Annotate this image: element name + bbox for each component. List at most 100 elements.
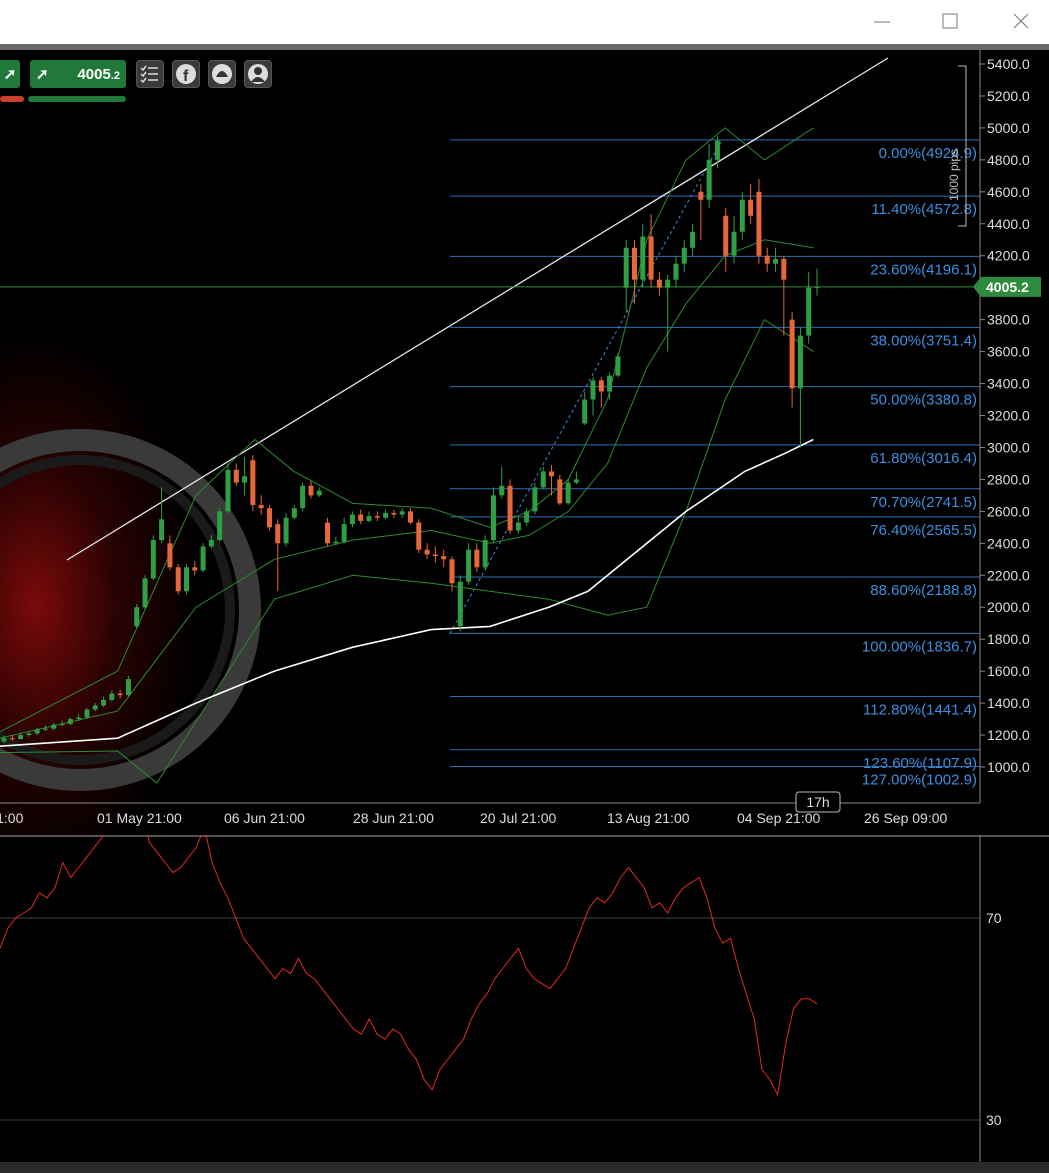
fib-level-label: 0.00%(4924.9) [879,145,977,162]
candle-body [175,567,181,592]
candle-body [681,247,687,264]
fib-level-label: 127.00%(1002.9) [862,772,977,789]
candle-body [773,258,779,264]
candle-body [814,286,820,288]
y-tick-label: 2000.0 [987,599,1030,615]
x-tick-label: 13 Aug 21:00 [607,810,690,826]
candle-body [789,319,795,389]
x-tick-label: 26 Sep 09:00 [864,810,948,826]
candle-body [76,717,82,720]
candle-body [416,522,422,550]
y-tick-label: 1000.0 [987,759,1030,775]
candle-body [598,380,604,392]
candle-body [607,375,613,392]
fib-level-label: 76.40%(2565.5) [870,522,977,539]
y-tick-label: 2400.0 [987,535,1030,551]
candle-body [432,554,438,557]
candle-body [764,255,770,264]
candle-body [457,581,463,627]
candle-body [549,471,555,477]
facebook-icon[interactable]: f [172,60,200,88]
candle-body [325,522,331,544]
candle-body [665,279,671,288]
candle-body [308,485,314,496]
candle-body [200,546,206,571]
candle-body [316,490,322,496]
candle-body [690,231,696,248]
x-tick-label: pr 21:00 [0,810,24,826]
close-icon[interactable] [990,0,1049,44]
candle-body [34,729,40,734]
candle-body [441,556,447,560]
y-tick-label: 3800.0 [987,312,1030,328]
maximize-icon[interactable] [920,0,980,44]
candle-body [1,738,7,742]
sell-button[interactable]: ➚ [0,60,20,88]
candle-body [192,567,198,571]
candle-body [623,247,629,288]
candle-body [748,199,754,216]
candle-body [374,516,380,518]
candle-body [706,159,712,200]
sell-indicator-bar [0,96,24,102]
candle-body [739,199,745,232]
candle-body [26,733,32,736]
horizontal-scrollbar[interactable] [0,1162,1049,1173]
price-chart[interactable]: 0.00%(4924.9) 11.40%(4572.8) 23.60%(4196.1… [0,50,1049,835]
fib-level-label: 100.00%(1836.7) [862,638,977,655]
candle-body [449,559,455,584]
svg-text:f: f [183,68,189,85]
pips-ruler-label: 1000 pips [947,149,961,201]
candle-body [698,191,704,200]
candle-body [482,540,488,568]
candle-body [723,215,729,256]
buy-price-button[interactable]: ➚ 4005.2 [30,60,126,88]
x-tick-label: 20 Jul 21:00 [480,810,556,826]
candle-body [300,485,306,509]
candle-body [656,279,662,288]
y-tick-label: 1200.0 [987,727,1030,743]
fib-level-label: 23.60%(4196.1) [870,261,977,278]
y-tick-label: 2600.0 [987,503,1030,519]
y-tick-label: 4800.0 [987,152,1030,168]
candle-body [806,287,812,336]
candle-body [565,482,571,504]
candle-body [9,738,15,740]
candle-body [573,479,579,483]
candle-body [640,236,646,280]
oscillator-tick-label: 30 [986,1112,1002,1128]
minimize-icon[interactable] [852,0,912,44]
candle-body [399,511,405,515]
candle-body [499,485,505,496]
y-tick-label: 3200.0 [987,408,1030,424]
fib-level-label: 11.40%(4572.8) [871,201,977,218]
y-tick-label: 1800.0 [987,631,1030,647]
candle-body [225,469,231,512]
y-tick-label: 4600.0 [987,184,1030,200]
candle-body [150,540,156,579]
ghost-icon[interactable] [208,60,236,88]
candle-body [540,471,546,488]
candle-body [557,479,563,504]
candle-body [159,519,165,541]
candle-body [59,723,65,725]
candle-body [781,258,787,280]
candle-body [714,140,720,160]
oscillator-chart[interactable]: 70 30 [0,835,1049,1162]
window-titlebar [0,0,1049,44]
candle-body [184,567,190,592]
person-icon[interactable] [244,60,272,88]
candle-body [474,549,480,568]
fib-level-label: 61.80%(3016.4) [870,450,977,467]
candle-body [797,335,803,389]
fib-level-label: 88.60%(2188.8) [870,582,977,599]
candle-body [466,549,472,582]
candle-body [349,514,355,525]
candle-body [507,485,513,531]
y-tick-label: 2800.0 [987,471,1030,487]
candle-body [673,263,679,280]
checklist-icon[interactable] [136,60,164,88]
candle-body [142,578,148,608]
candle-body [51,724,57,729]
candle-body [532,487,538,512]
